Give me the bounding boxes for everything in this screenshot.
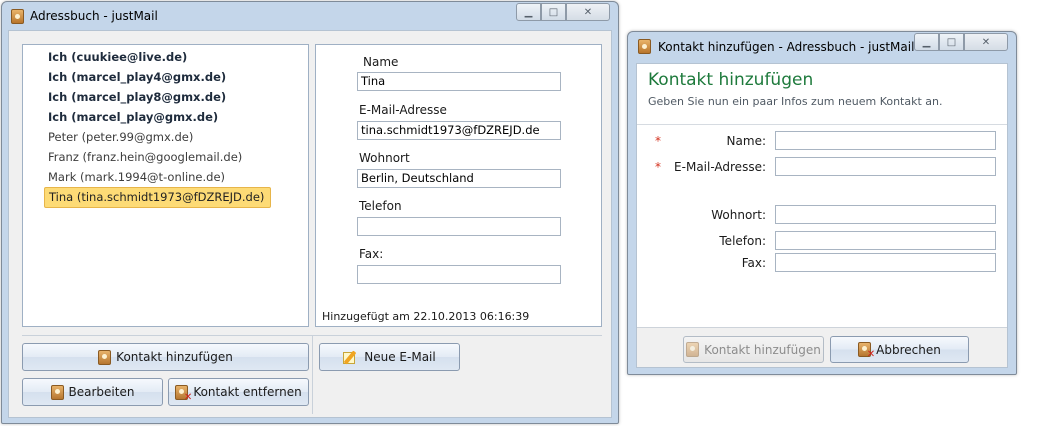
name-label: Name: bbox=[726, 134, 766, 148]
email-label: E-Mail-Adresse bbox=[359, 103, 447, 117]
added-timestamp: Hinzugefügt am 22.10.2013 06:16:39 bbox=[322, 310, 530, 323]
vertical-divider bbox=[312, 336, 313, 414]
dialog-window-controls: ▁ □ ✕ bbox=[914, 33, 1008, 51]
cancel-button[interactable]: ✕ Abbrechen bbox=[830, 336, 969, 363]
close-button[interactable]: ✕ bbox=[566, 3, 610, 21]
new-city-field[interactable] bbox=[775, 205, 996, 224]
compose-icon bbox=[343, 349, 358, 365]
contact-list-item[interactable]: Peter (peter.99@gmx.de) bbox=[48, 130, 193, 144]
maximize-button[interactable]: □ bbox=[541, 3, 566, 21]
email-label: E-Mail-Adresse: bbox=[674, 160, 766, 174]
city-label: Wohnort: bbox=[711, 208, 766, 222]
fax-label: Fax: bbox=[741, 256, 766, 270]
addressbook-icon bbox=[638, 39, 651, 54]
new-name-field[interactable] bbox=[775, 131, 996, 150]
new-email-button[interactable]: Neue E-Mail bbox=[319, 343, 460, 371]
new-email-label: Neue E-Mail bbox=[364, 350, 436, 364]
maximize-button[interactable]: □ bbox=[939, 33, 964, 51]
phone-label: Telefon: bbox=[719, 234, 766, 248]
add-contact-button[interactable]: Kontakt hinzufügen bbox=[22, 343, 309, 371]
contact-list-item-selected[interactable]: Tina (tina.schmidt1973@fDZREJD.de) bbox=[44, 187, 272, 208]
add-contact-icon bbox=[686, 342, 700, 357]
new-fax-field[interactable] bbox=[775, 253, 996, 272]
contact-list-item[interactable]: Ich (marcel_play8@gmx.de) bbox=[48, 90, 226, 104]
close-button[interactable]: ✕ bbox=[964, 33, 1008, 51]
contact-list[interactable]: Ich (cuukiee@live.de) Ich (marcel_play4@… bbox=[22, 44, 309, 327]
contact-list-item[interactable]: Ich (marcel_play4@gmx.de) bbox=[48, 70, 226, 84]
remove-contact-button[interactable]: ✕ Kontakt entfernen bbox=[168, 378, 309, 406]
required-marker: * bbox=[655, 160, 661, 174]
minimize-button[interactable]: ▁ bbox=[914, 33, 939, 51]
cancel-label: Abbrechen bbox=[876, 342, 941, 357]
main-client-area: Ich (cuukiee@live.de) Ich (marcel_play4@… bbox=[8, 30, 612, 418]
edit-contact-label: Bearbeiten bbox=[68, 385, 135, 399]
dialog-form: * Name: * E-Mail-Adresse: Wohnort: Telef… bbox=[637, 125, 1007, 328]
dialog-subtitle: Geben Sie nun ein paar Infos zum neuem K… bbox=[648, 95, 943, 108]
minimize-button[interactable]: ▁ bbox=[516, 3, 541, 21]
required-marker: * bbox=[655, 134, 661, 148]
cancel-icon: ✕ bbox=[858, 342, 875, 360]
add-contact-icon bbox=[98, 349, 112, 365]
dialog-header: Kontakt hinzufügen Geben Sie nun ein paa… bbox=[637, 64, 1007, 125]
dialog-button-bar: Kontakt hinzufügen ✕ Abbrechen bbox=[637, 328, 1007, 367]
add-contact-dialog: Kontakt hinzufügen - Adressbuch - justMa… bbox=[627, 31, 1017, 375]
phone-label: Telefon bbox=[359, 199, 402, 213]
phone-field[interactable] bbox=[357, 217, 561, 236]
email-field[interactable]: tina.schmidt1973@fDZREJD.de bbox=[357, 121, 561, 140]
remove-contact-icon: ✕ bbox=[175, 384, 192, 402]
contact-list-item[interactable]: Mark (mark.1994@t-online.de) bbox=[48, 170, 225, 184]
main-window: Adressbuch - justMail ▁ □ ✕ Ich (cuukiee… bbox=[1, 1, 619, 424]
city-field[interactable]: Berlin, Deutschland bbox=[357, 169, 561, 188]
new-phone-field[interactable] bbox=[775, 231, 996, 250]
contact-list-item[interactable]: Ich (cuukiee@live.de) bbox=[48, 50, 187, 64]
fax-field[interactable] bbox=[357, 265, 561, 284]
dialog-add-contact-label: Kontakt hinzufügen bbox=[704, 342, 821, 357]
new-email-field[interactable] bbox=[775, 157, 996, 176]
edit-contact-button[interactable]: Bearbeiten bbox=[22, 378, 163, 406]
dialog-title: Kontakt hinzufügen - Adressbuch - justMa… bbox=[658, 40, 915, 54]
name-field[interactable]: Tina bbox=[357, 72, 561, 91]
name-label: Name bbox=[363, 55, 399, 69]
addressbook-icon bbox=[11, 9, 24, 24]
main-window-title: Adressbuch - justMail bbox=[30, 9, 158, 23]
dialog-heading: Kontakt hinzufügen bbox=[648, 70, 814, 90]
contact-details-panel: Name Tina E-Mail-Adresse tina.schmidt197… bbox=[315, 44, 602, 327]
main-titlebar[interactable]: Adressbuch - justMail ▁ □ ✕ bbox=[2, 2, 618, 30]
main-window-controls: ▁ □ ✕ bbox=[516, 3, 610, 21]
dialog-client-area: Kontakt hinzufügen Geben Sie nun ein paa… bbox=[636, 63, 1008, 368]
dialog-add-contact-button[interactable]: Kontakt hinzufügen bbox=[683, 336, 824, 363]
contact-list-item[interactable]: Franz (franz.hein@googlemail.de) bbox=[48, 150, 242, 164]
add-contact-label: Kontakt hinzufügen bbox=[116, 350, 233, 364]
remove-contact-label: Kontakt entfernen bbox=[193, 385, 302, 399]
contact-list-item[interactable]: Ich (marcel_play@gmx.de) bbox=[48, 110, 218, 124]
fax-label: Fax: bbox=[359, 247, 384, 261]
edit-contact-icon bbox=[50, 384, 64, 400]
city-label: Wohnort bbox=[359, 151, 410, 165]
dialog-titlebar[interactable]: Kontakt hinzufügen - Adressbuch - justMa… bbox=[628, 32, 1016, 60]
